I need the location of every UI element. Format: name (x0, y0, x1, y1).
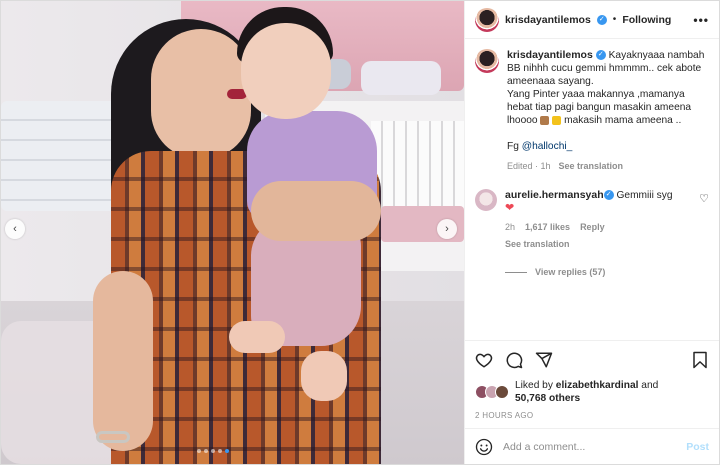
heart-icon[interactable] (475, 351, 493, 369)
following-button[interactable]: Following (622, 14, 671, 26)
carousel-dot (197, 449, 201, 453)
comments-section: krisdayantilemos ✓ Kayaknyaaa nambah BB n… (465, 39, 719, 340)
commenter-avatar[interactable] (475, 189, 497, 211)
post-timestamp[interactable]: 2 HOURS AGO (475, 411, 709, 420)
photo-woman-arm (93, 271, 153, 451)
chevron-left-icon: ‹ (13, 223, 17, 235)
carousel-dot (204, 449, 208, 453)
comment-likes[interactable]: 1,617 likes (525, 221, 570, 234)
likes-summary: Liked by elizabethkardinal and 50,768 ot… (475, 379, 709, 405)
caption-mention-link[interactable]: @hallochi_ (522, 141, 573, 152)
caption-text-3: makasih mama ameena .. (564, 115, 682, 126)
photo-baby-foot (301, 351, 347, 401)
verified-icon: ✓ (596, 14, 607, 25)
carousel-next-button[interactable]: › (437, 219, 457, 239)
carousel-prev-button[interactable]: ‹ (5, 219, 25, 239)
comment-composer: Post (465, 428, 719, 464)
author-username[interactable]: krisdayantilemos (505, 14, 591, 26)
comment-time: 2h (505, 222, 516, 232)
instagram-post: ‹ › krisdayantilemos ✓ • Following ••• k… (0, 0, 720, 465)
replies-divider (505, 271, 527, 273)
carousel-dot (211, 449, 215, 453)
comment-input[interactable] (503, 440, 677, 453)
caption-author-username[interactable]: krisdayantilemos (507, 49, 593, 61)
comment-icon[interactable] (505, 351, 523, 369)
author-avatar[interactable] (475, 7, 499, 32)
liked-by-user[interactable]: elizabethkardinal (556, 380, 639, 391)
view-replies-label: View replies (57) (535, 267, 606, 277)
photo-woman-arm (251, 181, 381, 241)
comment-text: Gemmiii syg (616, 190, 673, 201)
liked-by-and: and (638, 380, 659, 391)
verified-icon: ✓ (603, 190, 614, 201)
caption: krisdayantilemos ✓ Kayaknyaaa nambah BB n… (475, 49, 709, 173)
caption-see-translation[interactable]: See translation (559, 160, 624, 173)
post-header: krisdayantilemos ✓ • Following ••• (465, 1, 719, 39)
verified-icon: ✓ (595, 50, 606, 61)
red-heart-emoji: ❤ (505, 202, 515, 214)
star-icon (552, 115, 562, 125)
share-icon[interactable] (535, 351, 553, 369)
carousel-dot (225, 449, 229, 453)
liked-by-others[interactable]: 50,768 others (515, 393, 580, 404)
more-options-button[interactable]: ••• (693, 13, 709, 27)
header-separator: • (612, 14, 617, 25)
comment-reply-button[interactable]: Reply (580, 221, 605, 234)
commenter-username[interactable]: aurelie.hermansyah (505, 189, 604, 201)
smiley-icon[interactable] (475, 438, 493, 456)
comment-like-icon[interactable]: ♡ (699, 192, 709, 251)
thumbs-up-icon (540, 115, 550, 125)
view-replies-button[interactable]: View replies (57) (505, 267, 709, 277)
post-side-panel: krisdayantilemos ✓ • Following ••• krisd… (464, 1, 719, 464)
photo-baby-face (241, 23, 331, 119)
carousel-indicator (197, 449, 229, 453)
comment-see-translation[interactable]: See translation (505, 238, 691, 251)
chevron-right-icon: › (445, 223, 449, 235)
photo-baby-foot (229, 321, 285, 353)
liker-avatars (475, 385, 509, 399)
post-actions: Liked by elizabethkardinal and 50,768 ot… (465, 340, 719, 420)
caption-edited-time: Edited · 1h (507, 161, 551, 171)
photo-bracelet (96, 431, 130, 443)
liked-by-prefix: Liked by (515, 380, 556, 391)
post-photo[interactable]: ‹ › (1, 1, 464, 464)
liker-avatar[interactable] (495, 385, 509, 399)
caption-author-avatar[interactable] (475, 49, 499, 73)
carousel-dot (218, 449, 222, 453)
photo-pillow (361, 61, 441, 95)
bookmark-icon[interactable] (691, 351, 709, 369)
comment-item: aurelie.hermansyah ✓ Gemmiii syg ❤ 2h 1,6… (475, 189, 709, 251)
caption-fg-prefix: Fg (507, 141, 522, 152)
post-comment-button[interactable]: Post (686, 441, 709, 453)
